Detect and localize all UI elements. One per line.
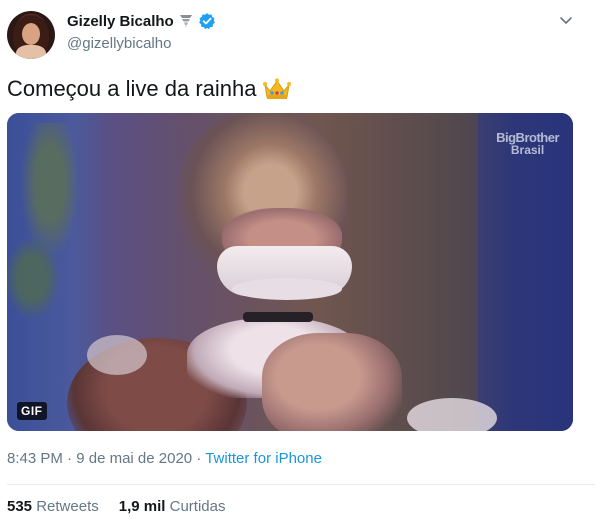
media-knee-highlight bbox=[407, 398, 497, 431]
tweet-stats: 535 Retweets 1,9 mil Curtidas bbox=[7, 498, 225, 515]
tweet-card: Gizelly Bicalho @gizellybicalho Começou … bbox=[0, 0, 595, 527]
tornado-icon bbox=[178, 13, 194, 29]
media-belt bbox=[243, 312, 313, 322]
tweet-time[interactable]: 8:43 PM bbox=[7, 450, 63, 467]
chevron-down-icon[interactable] bbox=[558, 12, 574, 28]
avatar-face bbox=[22, 23, 40, 45]
tweet-text-content: Começou a live da rainha bbox=[7, 76, 257, 101]
media-plant-lower bbox=[7, 233, 62, 323]
media-gif[interactable]: BigBrother Brasil GIF bbox=[7, 113, 573, 431]
watermark-line2: Brasil bbox=[510, 143, 545, 157]
avatar-body bbox=[16, 45, 46, 59]
media-chair-highlight bbox=[87, 335, 147, 375]
tweet-date[interactable]: 9 de mai de 2020 bbox=[76, 450, 192, 467]
author-handle[interactable]: @gizellybicalho bbox=[67, 35, 171, 52]
tweet-metadata: 8:43 PM · 9 de mai de 2020 · Twitter for… bbox=[7, 450, 322, 467]
likes-stat[interactable]: 1,9 mil Curtidas bbox=[119, 498, 226, 515]
display-name[interactable]: Gizelly Bicalho bbox=[67, 13, 174, 30]
divider bbox=[7, 484, 595, 485]
likes-label: Curtidas bbox=[169, 498, 226, 515]
crown-icon bbox=[262, 77, 292, 101]
verified-badge-icon bbox=[198, 12, 216, 30]
media-wall-right bbox=[478, 113, 573, 431]
tweet-text: Começou a live da rainha bbox=[7, 76, 292, 102]
meta-separator-2: · bbox=[196, 450, 202, 467]
retweets-stat[interactable]: 535 Retweets bbox=[7, 498, 99, 515]
bbb-watermark-logo: BigBrother Brasil bbox=[496, 131, 559, 156]
media-leg bbox=[262, 333, 402, 431]
retweets-label: Retweets bbox=[36, 498, 99, 515]
gif-badge: GIF bbox=[17, 402, 47, 420]
likes-count: 1,9 mil bbox=[118, 498, 166, 515]
retweets-count: 535 bbox=[7, 498, 33, 515]
tweet-source-link[interactable]: Twitter for iPhone bbox=[205, 450, 322, 467]
meta-separator: · bbox=[67, 450, 73, 467]
author-name-row[interactable]: Gizelly Bicalho bbox=[67, 12, 216, 30]
avatar[interactable] bbox=[7, 11, 55, 59]
media-top-ruffle bbox=[232, 278, 342, 300]
